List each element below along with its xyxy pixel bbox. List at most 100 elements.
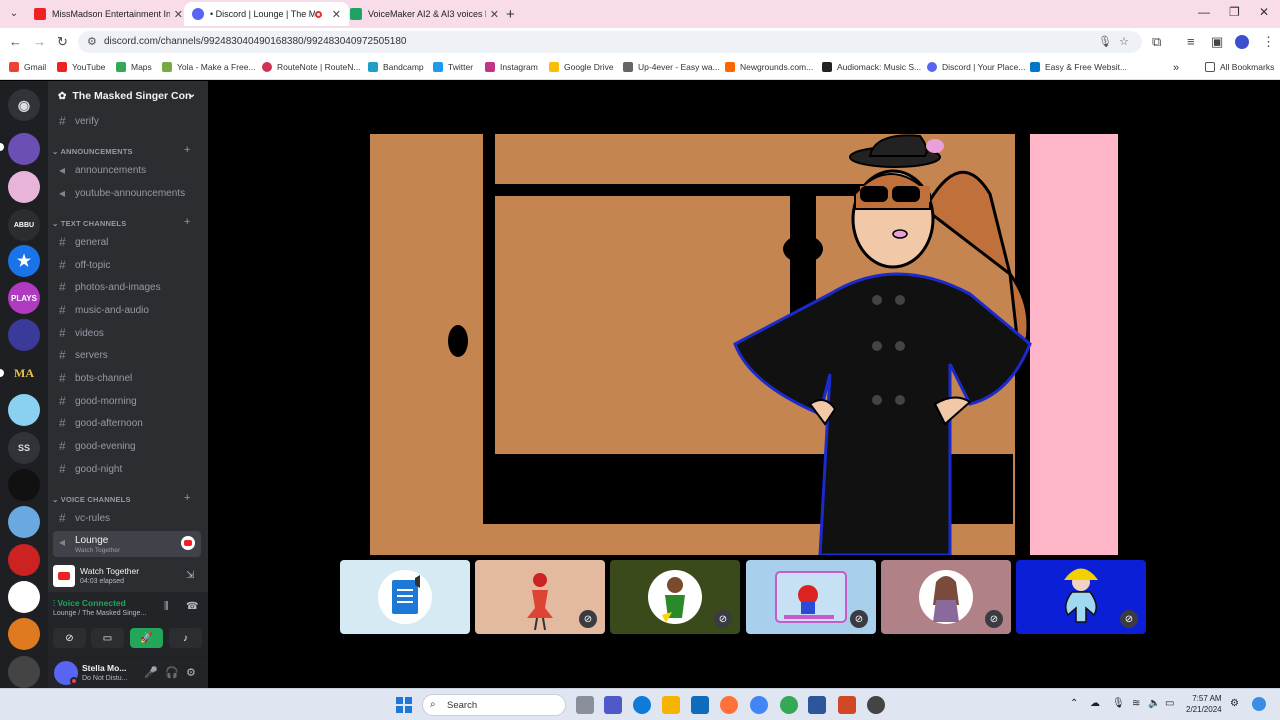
- all-bookmarks[interactable]: All Bookmarks: [1205, 62, 1274, 72]
- bookmark-item[interactable]: Up-4ever - Easy wa...: [623, 62, 720, 72]
- browser-tab[interactable]: MissMadson Entertainment Inc ✕: [26, 2, 191, 26]
- shared-video-stream[interactable]: [370, 134, 1118, 555]
- close-tab-icon[interactable]: ✕: [174, 8, 183, 21]
- username[interactable]: Stella Mo...: [82, 663, 126, 673]
- add-channel-icon[interactable]: +: [184, 492, 190, 504]
- browser-tab-active[interactable]: • Discord | Lounge | The Ma ✕: [184, 2, 349, 26]
- channel-good-morning[interactable]: # good-morning: [53, 391, 201, 411]
- bookmark-item[interactable]: Discord | Your Place...: [927, 62, 1025, 72]
- side-panel-icon[interactable]: ▣: [1211, 34, 1223, 50]
- channel-music-and-audio[interactable]: # music-and-audio: [53, 300, 201, 320]
- tab-search-icon[interactable]: ⌄: [6, 6, 22, 22]
- channel-videos[interactable]: # videos: [53, 323, 201, 343]
- mail-icon[interactable]: [691, 696, 709, 714]
- more-bookmarks-icon[interactable]: »: [1173, 62, 1179, 74]
- noise-suppression-icon[interactable]: ⫼: [164, 601, 169, 612]
- channel-photos-and-images[interactable]: # photos-and-images: [53, 277, 201, 297]
- bookmark-item[interactable]: Maps: [116, 62, 152, 72]
- server-icon[interactable]: SS: [8, 432, 40, 464]
- camera-toggle-button[interactable]: ⊘: [53, 628, 86, 648]
- taskbar-search-box[interactable]: ⌕ Search: [422, 694, 566, 716]
- guild-header[interactable]: ✿ The Masked Singer Con ⌄: [48, 81, 208, 111]
- channel-vc-rules[interactable]: # vc-rules: [53, 508, 201, 528]
- bookmark-item[interactable]: Audiomack: Music S...: [822, 62, 921, 72]
- chrome-profile-icon[interactable]: [780, 696, 798, 714]
- close-tab-icon[interactable]: ✕: [490, 8, 499, 21]
- share-screen-button[interactable]: ▭: [91, 628, 124, 648]
- windows-start-icon[interactable]: [396, 697, 412, 713]
- cloud-icon[interactable]: ☁: [1090, 698, 1100, 709]
- channel-announcements[interactable]: ◂ announcements: [53, 160, 201, 180]
- category-voice-channels[interactable]: ⌄ VOICE CHANNELS: [52, 495, 131, 504]
- system-clock[interactable]: 7:57 AM 2/21/2024: [1186, 693, 1222, 715]
- bookmark-item[interactable]: Gmail: [9, 62, 46, 72]
- site-info-icon[interactable]: ⚙: [87, 35, 97, 48]
- bookmark-item[interactable]: Google Drive: [549, 62, 614, 72]
- server-icon[interactable]: MA: [8, 357, 40, 389]
- channel-good-evening[interactable]: # good-evening: [53, 436, 201, 456]
- bookmark-item[interactable]: Bandcamp: [368, 62, 424, 72]
- firefox-icon[interactable]: [720, 696, 738, 714]
- bookmark-star-icon[interactable]: ☆: [1119, 35, 1129, 48]
- channel-servers[interactable]: # servers: [53, 345, 201, 365]
- extensions-icon[interactable]: ⧉: [1152, 34, 1161, 50]
- settings-gear-icon[interactable]: ⚙: [186, 666, 196, 679]
- volume-icon[interactable]: 🔈: [1148, 698, 1160, 709]
- browser-tab[interactable]: VoiceMaker AI2 & AI3 voices li ✕: [342, 2, 507, 26]
- leave-activity-icon[interactable]: ⇲: [186, 570, 194, 581]
- server-icon[interactable]: [8, 581, 40, 613]
- voice-status[interactable]: ⫶ Voice Connected: [53, 598, 126, 609]
- category-text-channels[interactable]: ⌄ TEXT CHANNELS: [52, 219, 126, 228]
- word-icon[interactable]: [808, 696, 826, 714]
- server-icon[interactable]: [8, 656, 40, 688]
- back-icon[interactable]: ←: [9, 34, 22, 49]
- add-channel-icon[interactable]: +: [184, 216, 190, 228]
- tray-overflow-icon[interactable]: ⌃: [1070, 698, 1078, 709]
- participant-tile[interactable]: ⊘: [1016, 560, 1146, 634]
- participant-tile[interactable]: ⊘: [610, 560, 740, 634]
- chevron-down-icon[interactable]: ⌄: [188, 89, 196, 100]
- address-bar[interactable]: ⚙ discord.com/channels/99248304049016838…: [78, 31, 1142, 53]
- microphone-icon[interactable]: 🎙: [1098, 35, 1112, 48]
- bookmark-item[interactable]: Twitter: [433, 62, 473, 72]
- channel-good-afternoon[interactable]: # good-afternoon: [53, 413, 201, 433]
- activity-button[interactable]: 🚀: [130, 628, 163, 648]
- participant-tile[interactable]: ⊘: [881, 560, 1011, 634]
- teams-icon[interactable]: [604, 696, 622, 714]
- headphones-icon[interactable]: 🎧: [165, 666, 179, 679]
- more-menu-icon[interactable]: ⋮: [1262, 34, 1275, 50]
- reload-icon[interactable]: ↻: [57, 34, 68, 50]
- bookmark-item[interactable]: Newgrounds.com...: [725, 62, 813, 72]
- app-icon[interactable]: [867, 696, 885, 714]
- discord-home-icon[interactable]: ◉: [8, 89, 40, 121]
- server-icon[interactable]: PLAYS: [8, 282, 40, 314]
- server-icon[interactable]: [8, 469, 40, 501]
- mute-microphone-icon[interactable]: 🎤: [144, 666, 158, 679]
- battery-icon[interactable]: ▭: [1165, 698, 1174, 709]
- forward-icon[interactable]: →: [33, 34, 46, 49]
- chrome-icon[interactable]: [750, 696, 768, 714]
- microphone-tray-icon[interactable]: 🎙: [1112, 698, 1125, 709]
- participant-tile[interactable]: ⊘: [475, 560, 605, 634]
- server-icon[interactable]: ABBU: [8, 209, 40, 241]
- restore-icon[interactable]: ❐: [1229, 5, 1240, 19]
- voice-location[interactable]: Lounge / The Masked Singe...: [53, 610, 146, 617]
- category-announcements[interactable]: ⌄ ANNOUNCEMENTS: [52, 147, 133, 156]
- server-icon[interactable]: [8, 133, 40, 165]
- channel-good-night[interactable]: # good-night: [53, 459, 201, 479]
- url-text[interactable]: discord.com/channels/992483040490168380/…: [104, 36, 407, 47]
- activity-panel[interactable]: Watch Together 04:03 elapsed ⇲: [48, 562, 208, 592]
- task-view-icon[interactable]: [576, 696, 594, 714]
- server-icon[interactable]: [8, 544, 40, 576]
- server-icon[interactable]: [8, 506, 40, 538]
- minimize-icon[interactable]: —: [1198, 5, 1210, 19]
- bookmark-item[interactable]: RouteNote | RouteN...: [262, 62, 360, 72]
- bookmark-item[interactable]: Yola - Make a Free...: [162, 62, 256, 72]
- server-icon[interactable]: [8, 171, 40, 203]
- voice-channel-lounge[interactable]: ◂ Lounge Watch Together: [53, 531, 201, 557]
- bookmark-item[interactable]: Instagram: [485, 62, 538, 72]
- server-icon[interactable]: [8, 618, 40, 650]
- channel-verify[interactable]: # verify: [53, 111, 201, 131]
- server-icon[interactable]: [8, 394, 40, 426]
- powerpoint-icon[interactable]: [838, 696, 856, 714]
